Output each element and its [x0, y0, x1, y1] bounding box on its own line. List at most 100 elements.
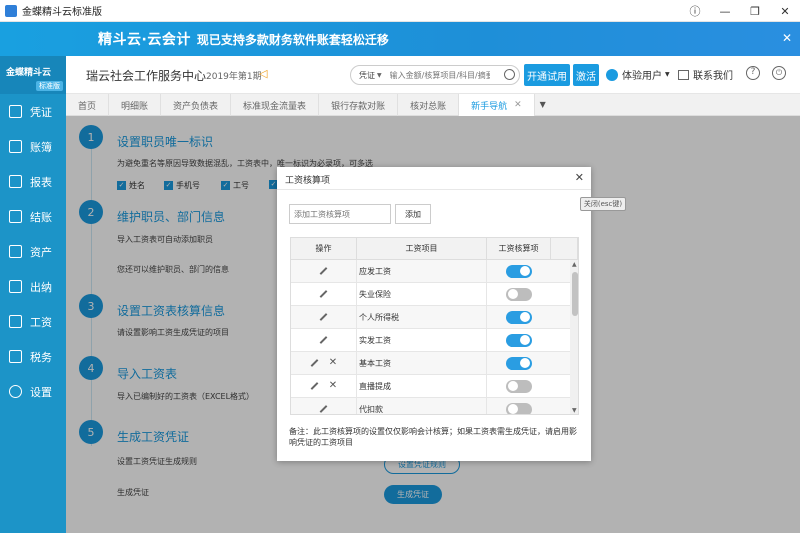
- accounting-toggle[interactable]: [506, 287, 532, 301]
- search-icon[interactable]: [504, 69, 515, 80]
- sidebar-item-payroll[interactable]: 工资: [0, 304, 66, 339]
- contact-icon: [678, 69, 689, 80]
- delete-icon[interactable]: ✕: [329, 381, 337, 391]
- edit-icon[interactable]: [319, 313, 328, 321]
- add-item-button[interactable]: 添加: [395, 204, 431, 224]
- speaker-icon[interactable]: ◁: [259, 67, 269, 80]
- minimize-button[interactable]: —: [710, 0, 740, 22]
- settings-icon: [9, 385, 22, 398]
- tab-detail-ledger[interactable]: 明细账: [109, 94, 162, 116]
- tab-cash-flow[interactable]: 标准现金流量表: [231, 94, 320, 116]
- edit-icon[interactable]: [319, 336, 328, 344]
- sidebar-item-tax[interactable]: 税务: [0, 339, 66, 374]
- banner-title: 精斗云·云会计: [98, 32, 191, 48]
- banner-close-icon[interactable]: ✕: [782, 31, 792, 45]
- tab-label: 新手导航: [471, 101, 508, 112]
- table-row: ✕ 基本工资: [291, 352, 578, 375]
- sidebar: 金蝶精斗云 标准版 凭证 账簿 报表 结账 资产 出纳 工资 税务 设置: [0, 56, 66, 533]
- contact-us-link[interactable]: 联系我们: [678, 67, 733, 82]
- edit-icon[interactable]: [319, 405, 328, 413]
- maximize-button[interactable]: ❐: [740, 0, 770, 22]
- accounting-period[interactable]: 2019年第1期: [206, 69, 262, 82]
- dialog-divider: [277, 189, 591, 190]
- close-esc-button[interactable]: 关闭(esc键): [580, 197, 626, 211]
- close-window-button[interactable]: ✕: [770, 0, 800, 22]
- sidebar-item-label: 报表: [30, 175, 52, 189]
- sidebar-item-label: 资产: [30, 245, 52, 259]
- payroll-items-dialog: 工资核算项 ✕ 添加 操作 工资项目 工资核算项 应发工资 失业保险 个人所得税: [277, 167, 591, 461]
- add-item-input[interactable]: [289, 204, 391, 224]
- chevron-down-icon: ▼: [665, 71, 670, 78]
- payroll-item-name: 直播提成: [357, 375, 487, 397]
- sidebar-item-label: 出纳: [30, 280, 52, 294]
- sidebar-item-settings[interactable]: 设置: [0, 374, 66, 409]
- user-label: 体验用户: [622, 71, 662, 82]
- accounting-toggle[interactable]: [506, 402, 532, 414]
- cashier-icon: [9, 280, 22, 293]
- report-icon: [9, 175, 22, 188]
- tab-label: 银行存款对账: [331, 101, 386, 112]
- delete-icon[interactable]: ✕: [329, 358, 337, 368]
- tab-label: 标准现金流量表: [243, 101, 307, 112]
- chevron-down-icon[interactable]: ▼: [377, 72, 382, 79]
- user-icon: [606, 68, 618, 81]
- table-scrollbar[interactable]: ▲ ▼: [570, 260, 578, 414]
- company-name: 瑞云社会工作服务中心: [86, 69, 207, 83]
- column-header: 工资项目: [357, 238, 487, 259]
- edit-icon[interactable]: [310, 382, 319, 390]
- window-title: 金蝶精斗云标准版: [22, 7, 102, 18]
- edit-icon[interactable]: [310, 359, 319, 367]
- sidebar-item-report[interactable]: 报表: [0, 164, 66, 199]
- promo-banner[interactable]: 精斗云·云会计 现已支持多款财务软件账套轻松迁移 ✕: [0, 22, 800, 56]
- logo-text: 金蝶精斗云: [6, 68, 52, 78]
- sidebar-item-cashier[interactable]: 出纳: [0, 269, 66, 304]
- asset-icon: [9, 245, 22, 258]
- sidebar-item-ledger[interactable]: 账簿: [0, 129, 66, 164]
- accounting-toggle[interactable]: [506, 264, 532, 278]
- help-icon[interactable]: ?: [746, 66, 760, 80]
- search-box[interactable]: 凭证 ▼: [350, 65, 520, 85]
- tab-more-icon[interactable]: ▼: [535, 94, 551, 115]
- voucher-icon: [9, 105, 22, 118]
- app-icon: [5, 4, 17, 17]
- accounting-toggle[interactable]: [506, 333, 532, 347]
- closing-icon: [9, 210, 22, 223]
- scroll-down-icon[interactable]: ▼: [572, 407, 577, 414]
- tab-bar: 首页 明细账 资产负债表 标准现金流量表 银行存款对账 核对总账 新手导航 ✕ ▼: [66, 94, 800, 116]
- info-icon[interactable]: ⓘ: [680, 0, 710, 22]
- edit-icon[interactable]: [319, 290, 328, 298]
- search-input[interactable]: [389, 70, 490, 80]
- table-row: 代扣款: [291, 398, 578, 414]
- table-body: 应发工资 失业保险 个人所得税 实发工资 ✕ 基本工资 ✕ 直播提成 代扣款: [291, 260, 578, 414]
- sidebar-item-asset[interactable]: 资产: [0, 234, 66, 269]
- dialog-close-icon[interactable]: ✕: [575, 171, 584, 184]
- scrollbar-thumb[interactable]: [572, 272, 578, 316]
- edit-icon[interactable]: [319, 267, 328, 275]
- tab-beginner-guide[interactable]: 新手导航 ✕: [459, 94, 535, 116]
- power-icon[interactable]: ⏻: [772, 66, 786, 80]
- tab-check-ledger[interactable]: 核对总账: [398, 94, 460, 116]
- sidebar-item-label: 设置: [30, 385, 52, 399]
- search-type-select[interactable]: 凭证: [351, 70, 375, 81]
- sidebar-item-closing[interactable]: 结账: [0, 199, 66, 234]
- tab-balance-sheet[interactable]: 资产负债表: [161, 94, 232, 116]
- tab-close-icon[interactable]: ✕: [514, 100, 522, 110]
- column-header-spacer: [551, 238, 578, 259]
- table-row: 失业保险: [291, 283, 578, 306]
- accounting-toggle[interactable]: [506, 310, 532, 324]
- sidebar-item-voucher[interactable]: 凭证: [0, 94, 66, 129]
- tab-home[interactable]: 首页: [66, 94, 110, 116]
- tab-bank-reconcile[interactable]: 银行存款对账: [319, 94, 399, 116]
- accounting-toggle[interactable]: [506, 356, 532, 370]
- trial-button[interactable]: 开通试用: [524, 64, 570, 86]
- user-menu[interactable]: 体验用户 ▼: [606, 67, 670, 82]
- dialog-note: 备注：此工资核算项的设置仅仅影响会计核算；如果工资表需生成凭证，请启用影响凭证的…: [289, 427, 577, 447]
- payroll-items-table: 操作 工资项目 工资核算项 应发工资 失业保险 个人所得税 实发工资 ✕ 基本工…: [290, 237, 579, 415]
- table-header: 操作 工资项目 工资核算项: [291, 238, 578, 260]
- table-row: ✕ 直播提成: [291, 375, 578, 398]
- activate-button[interactable]: 激活: [573, 64, 599, 86]
- payroll-item-name: 基本工资: [357, 352, 487, 374]
- contact-label: 联系我们: [693, 71, 733, 82]
- accounting-toggle[interactable]: [506, 379, 532, 393]
- scroll-up-icon[interactable]: ▲: [572, 261, 577, 268]
